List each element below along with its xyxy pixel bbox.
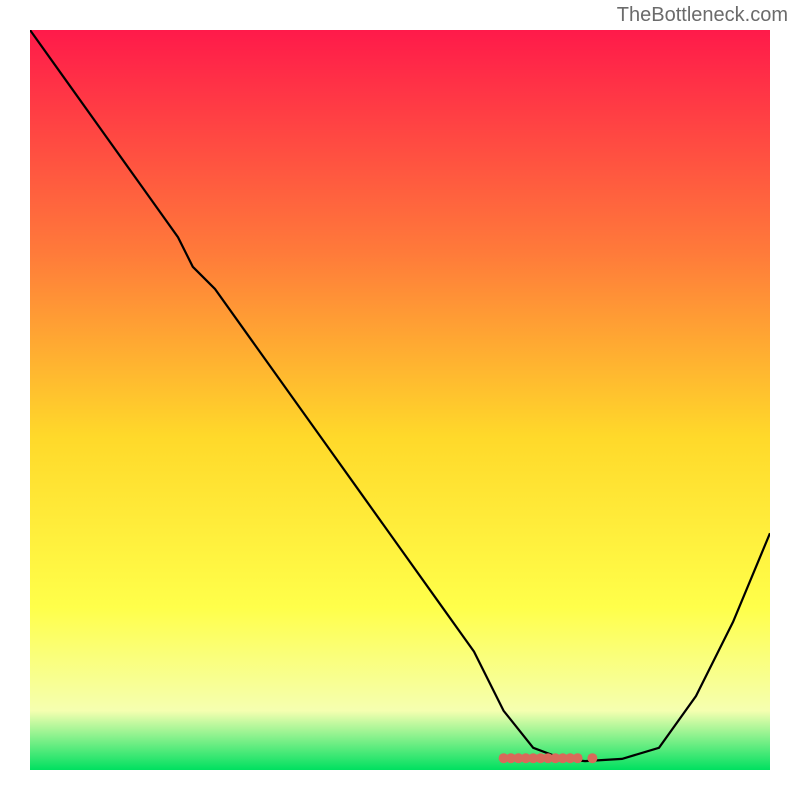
optimal-marker-point xyxy=(573,753,583,763)
optimal-marker-point xyxy=(587,753,597,763)
chart-svg xyxy=(30,30,770,770)
watermark-text: TheBottleneck.com xyxy=(617,4,788,27)
gradient-background xyxy=(30,30,770,770)
plot-area xyxy=(30,30,770,770)
